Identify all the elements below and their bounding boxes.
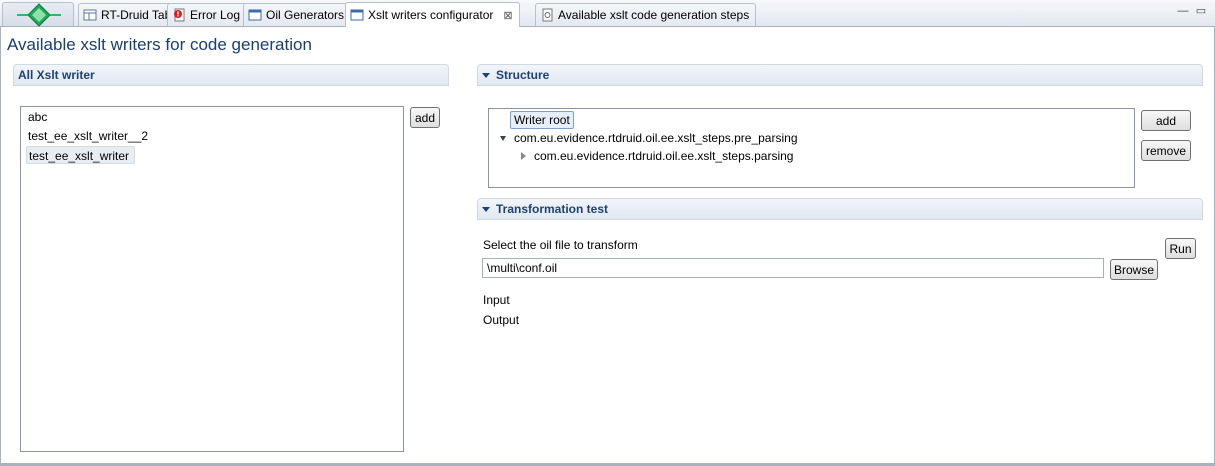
all-xslt-writer-header: All Xslt writer <box>13 64 449 86</box>
editor-tab-bar: RT-Druid Table Error Log Oil Generators … <box>0 0 1215 27</box>
output-label: Output <box>483 313 520 327</box>
add-writer-button[interactable]: add <box>410 107 440 128</box>
remove-structure-button[interactable]: remove <box>1141 140 1191 161</box>
tree-node-pre-parsing[interactable]: com.eu.evidence.rtdruid.oil.ee.xslt_step… <box>514 130 798 147</box>
minimize-icon[interactable]: — <box>1177 5 1189 17</box>
collapsed-icon[interactable] <box>521 152 526 160</box>
expanded-icon[interactable] <box>500 136 506 141</box>
close-tab-icon[interactable]: ⊠ <box>503 9 512 22</box>
tab-label: Xslt writers configurator <box>368 8 494 22</box>
window-icon <box>350 8 364 22</box>
collapse-icon[interactable] <box>482 72 490 78</box>
oil-file-input[interactable] <box>482 258 1104 278</box>
view-controls: — ▭ <box>1177 5 1207 17</box>
rtdruid-logo-tab[interactable] <box>2 2 74 27</box>
tree-node-parsing[interactable]: com.eu.evidence.rtdruid.oil.ee.xslt_step… <box>534 148 793 165</box>
section-title: All Xslt writer <box>18 68 95 82</box>
select-oil-file-label: Select the oil file to transform <box>483 238 638 252</box>
tab-error-log[interactable]: Error Log <box>167 3 248 26</box>
tree-node-root[interactable]: Writer root <box>510 111 574 129</box>
structure-tree[interactable]: Writer root com.eu.evidence.rtdruid.oil.… <box>488 108 1135 188</box>
editor-area: Available xslt writers for code generati… <box>0 27 1215 466</box>
list-item-selected[interactable]: test_ee_xslt_writer <box>26 146 136 164</box>
tab-label: Available xslt code generation steps <box>558 8 750 22</box>
browse-button[interactable]: Browse <box>1110 259 1158 280</box>
add-structure-button[interactable]: add <box>1141 110 1191 131</box>
run-button[interactable]: Run <box>1165 238 1196 259</box>
maximize-icon[interactable]: ▭ <box>1195 5 1207 17</box>
transformation-test-header[interactable]: Transformation test <box>477 198 1203 220</box>
list-item[interactable]: abc <box>26 108 49 126</box>
error-log-icon <box>172 8 186 22</box>
list-item[interactable]: test_ee_xslt_writer__2 <box>26 127 150 145</box>
rtdruid-logo-icon <box>17 3 61 27</box>
tab-oil-generators[interactable]: Oil Generators <box>243 3 352 26</box>
tab-available-xslt-steps[interactable]: Available xslt code generation steps <box>535 3 757 26</box>
window-icon <box>248 8 262 22</box>
section-title: Structure <box>496 68 550 82</box>
tab-label: Oil Generators <box>266 8 345 22</box>
table-icon <box>83 8 97 22</box>
collapse-icon[interactable] <box>482 206 490 212</box>
writers-list[interactable]: abc test_ee_xslt_writer__2 test_ee_xslt_… <box>20 106 404 452</box>
page-title: Available xslt writers for code generati… <box>7 35 312 54</box>
structure-header[interactable]: Structure <box>477 64 1203 86</box>
page-icon <box>540 8 554 22</box>
tab-xslt-writers-configurator[interactable]: Xslt writers configurator ⊠ <box>345 2 520 27</box>
section-title: Transformation test <box>496 202 609 216</box>
input-label: Input <box>483 293 510 307</box>
tab-label: Error Log <box>190 8 241 22</box>
